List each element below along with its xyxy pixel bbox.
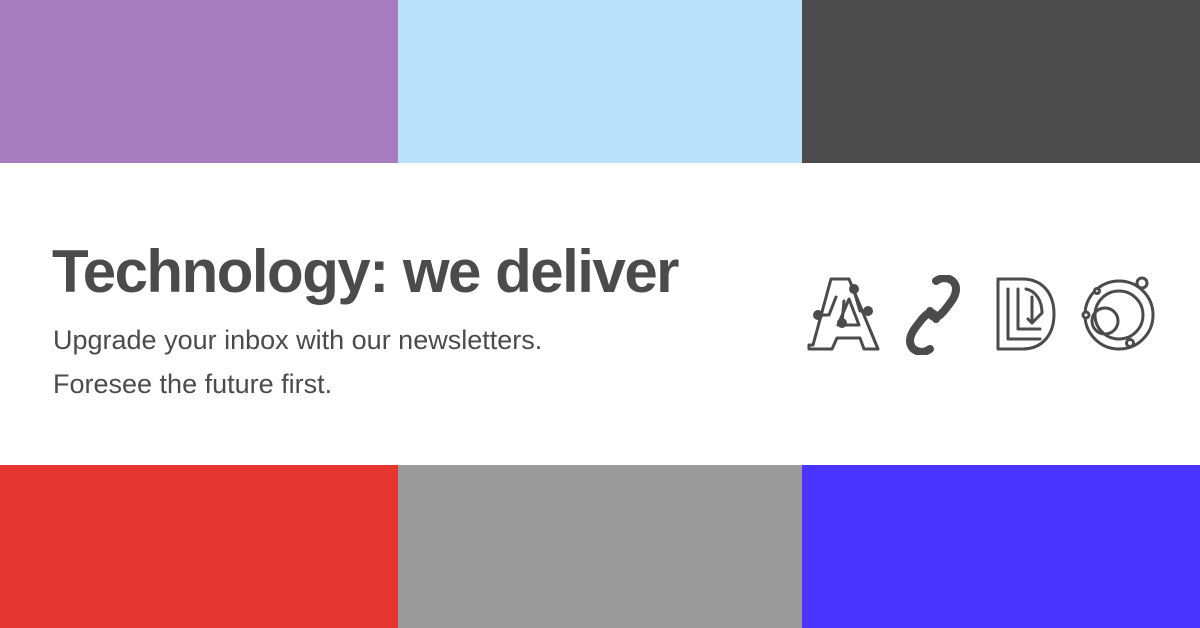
bottom-color-band [0, 465, 1200, 628]
blue-block [802, 465, 1200, 628]
chain-link-icon [906, 275, 960, 355]
circuit-a-icon [807, 277, 880, 351]
newsletter-icons [806, 275, 1160, 355]
box-ld-icon [996, 277, 1056, 351]
subheadline-line-2: Foresee the future first. [53, 369, 333, 399]
subheadline-line-1: Upgrade your inbox with our newsletters. [53, 325, 543, 355]
newsletter-icons-svg [807, 275, 1155, 355]
gray-block [398, 465, 802, 628]
dark-gray-block [802, 0, 1200, 163]
red-block [0, 465, 398, 628]
light-blue-block [398, 0, 802, 163]
headline: Technology: we deliver [52, 238, 680, 305]
promo-banner: Technology: we deliver Upgrade your inbo… [0, 0, 1200, 628]
orbit-icon [1081, 276, 1155, 351]
message-panel: Technology: we deliver Upgrade your inbo… [0, 163, 1200, 465]
purple-block [0, 0, 398, 163]
top-color-band [0, 0, 1200, 163]
